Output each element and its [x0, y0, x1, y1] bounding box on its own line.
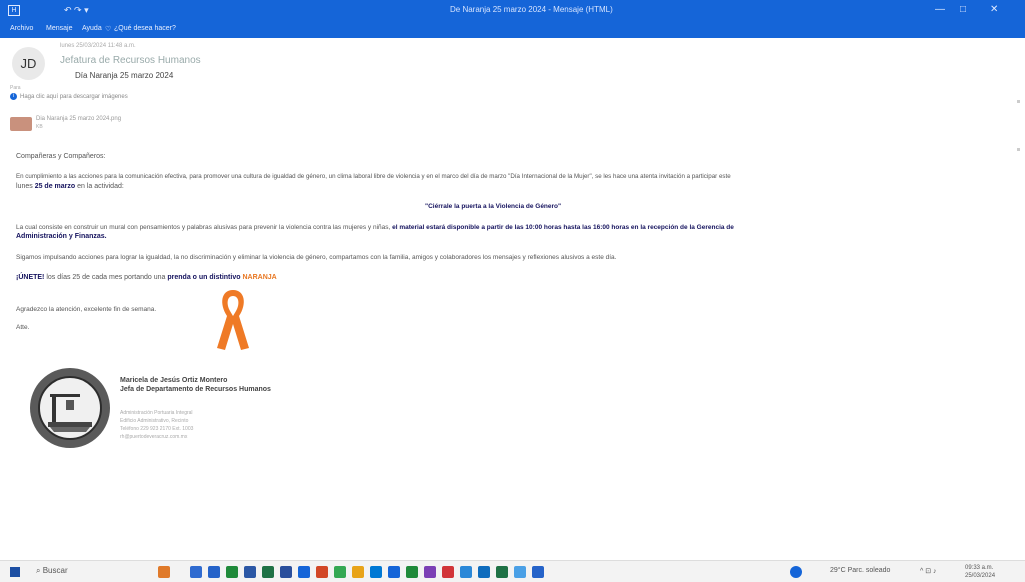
signature-line-3: Teléfono 229 923 2170 Ext. 1003 [120, 426, 194, 432]
tab-mensaje[interactable]: Mensaje [46, 25, 72, 32]
taskbar-app-icon[interactable] [158, 566, 170, 578]
info-icon: i [10, 93, 17, 100]
signature-line-2: Edificio Administrativo, Recinto [120, 418, 189, 424]
thanks-line: Agradezco la atención, excelente fin de … [16, 306, 157, 313]
taskbar-app-icon[interactable] [442, 566, 454, 578]
taskbar-app-icon[interactable] [460, 566, 472, 578]
tab-ayuda[interactable]: Ayuda [82, 25, 102, 32]
taskbar-search[interactable]: ⌕ Buscar [36, 566, 68, 576]
seal-inner [38, 376, 102, 440]
search-label[interactable]: Buscar [43, 566, 68, 575]
taskbar-app-icon[interactable] [370, 566, 382, 578]
taskbar-app-icon[interactable] [262, 566, 274, 578]
taskbar-app-icon[interactable] [190, 566, 202, 578]
cta-unete: ¡ÚNETE! [16, 274, 45, 281]
attachment-name[interactable]: Dia Naranja 25 marzo 2024.png [36, 116, 121, 122]
received-date: lunes 25/03/2024 11:48 a.m. [60, 43, 136, 49]
cta-bold: prenda o un distintivo [167, 274, 241, 281]
save-icon[interactable]: H [8, 5, 20, 16]
taskbar-app-icon[interactable] [406, 566, 418, 578]
para1-post: en la actividad: [77, 183, 124, 190]
maximize-button[interactable]: □ [960, 4, 966, 15]
email-subject: Día Naranja 25 marzo 2024 [75, 71, 174, 80]
slogan: "Ciérrale la puerta a la Violencia de Gé… [425, 203, 562, 210]
para1-pre: lunes [16, 183, 33, 190]
taskbar-app-icon[interactable] [298, 566, 310, 578]
taskbar-clock[interactable]: 09:33 a.m. 25/03/2024 [965, 564, 995, 580]
taskbar-app-icon[interactable] [514, 566, 526, 578]
minimize-button[interactable]: — [935, 4, 945, 15]
taskbar-app-icon[interactable] [790, 566, 802, 578]
event-date: 25 de marzo [34, 183, 76, 190]
taskbar-app-icon[interactable] [334, 566, 346, 578]
taskbar-app-icon[interactable] [316, 566, 328, 578]
window-title: De Naranja 25 marzo 2024 - Mensaje (HTML… [450, 5, 613, 14]
info-bar[interactable]: i Haga clic aquí para descargar imágenes [10, 93, 128, 100]
system-tray[interactable]: ^ ⊡ ♪ [920, 567, 937, 575]
signature-name: Maricela de Jesús Ortiz Montero [120, 377, 228, 384]
company-seal-logo [30, 368, 110, 448]
taskbar-app-icon[interactable] [532, 566, 544, 578]
to-line: Para [10, 85, 21, 91]
orange-ribbon-icon [217, 290, 249, 350]
sender-name[interactable]: Jefatura de Recursos Humanos [60, 55, 201, 66]
call-to-action: ¡ÚNETE! los días 25 de cada mes portando… [16, 274, 277, 281]
taskbar-app-icon[interactable] [352, 566, 364, 578]
tab-archivo[interactable]: Archivo [10, 25, 33, 32]
scrollbar-mark[interactable] [1017, 100, 1020, 103]
taskbar-app-icon[interactable] [496, 566, 508, 578]
taskbar-app-icon[interactable] [280, 566, 292, 578]
paragraph-3: Sigamos impulsando acciones para lograr … [16, 254, 617, 261]
attachment-image-icon[interactable] [10, 117, 32, 131]
clock-time: 09:33 a.m. [965, 565, 994, 571]
tell-me-box[interactable]: ¿Qué desea hacer? [114, 25, 176, 32]
title-bar: H ↶ ↷ ▾ De Naranja 25 marzo 2024 - Mensa… [0, 0, 1025, 22]
taskbar-app-icon[interactable] [226, 566, 238, 578]
scrollbar-mark[interactable] [1017, 148, 1020, 151]
close-button[interactable]: ✕ [990, 4, 998, 15]
signature-title: Jefa de Departamento de Recursos Humanos [120, 386, 271, 393]
ribbon-tabs: Archivo Mensaje Ayuda ♡ ¿Qué desea hacer… [0, 22, 1025, 38]
signature-line-1: Administración Portuaria Integral [120, 410, 193, 416]
quick-access-toolbar[interactable]: ↶ ↷ ▾ [64, 5, 89, 16]
cta-orange: NARANJA [242, 274, 277, 281]
paragraph-2-line-2: Administración y Finanzas. [16, 233, 107, 240]
windows-taskbar: ⌕ Buscar 29°C Parc. soleado ^ ⊡ ♪ 09:33 … [0, 560, 1025, 582]
clock-date: 25/03/2024 [965, 573, 996, 579]
port-crane-icon [48, 394, 92, 432]
paragraph-1-line-1: En cumplimiento a las acciones para la c… [16, 173, 731, 180]
para2-pre: La cual consiste en construir un mural c… [16, 224, 391, 231]
cta-mid: los días 25 de cada mes portando una [46, 274, 166, 281]
sender-avatar: JD [12, 47, 45, 80]
signature-email[interactable]: rh@puertodeveracruz.com.mx [120, 434, 187, 440]
taskbar-app-icon[interactable] [208, 566, 220, 578]
paragraph-2-line-1: La cual consiste en construir un mural c… [16, 224, 734, 231]
taskbar-app-icon[interactable] [478, 566, 490, 578]
taskbar-app-icon[interactable] [244, 566, 256, 578]
taskbar-app-icon[interactable] [424, 566, 436, 578]
lightbulb-icon[interactable]: ♡ [105, 25, 111, 33]
windows-start-icon[interactable] [10, 567, 20, 577]
weather-widget[interactable]: 29°C Parc. soleado [830, 567, 890, 574]
attachment-size: KB [36, 124, 43, 130]
info-text[interactable]: Haga clic aquí para descargar imágenes [20, 94, 128, 100]
paragraph-1-line-2: lunes 25 de marzo en la actividad: [16, 183, 124, 190]
para2-bold: el material estará disponible a partir d… [392, 224, 734, 231]
closing-line: Atte. [16, 324, 30, 331]
taskbar-app-icon[interactable] [388, 566, 400, 578]
greeting: Compañeras y Compañeros: [16, 153, 106, 160]
